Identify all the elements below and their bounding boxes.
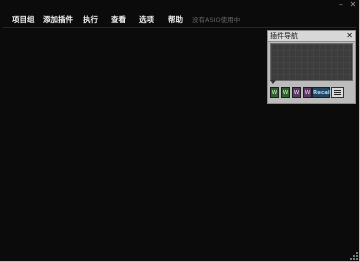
menu-project-group[interactable]: 项目组 [12,13,35,27]
minimize-button[interactable]: – [335,0,347,9]
menu-execute[interactable]: 执行 [83,13,98,27]
recall-button[interactable]: Recall [312,87,332,98]
menu-help[interactable]: 帮助 [168,13,183,27]
wire-button-3[interactable]: W [292,87,301,98]
close-icon[interactable]: ✕ [346,31,353,41]
asio-status-text: 没有ASIO使用中 [192,16,241,24]
plugin-navigator-panel: 插件导航 ✕ W W W W Recall [267,30,356,104]
plugin-navigator-title: 插件导航 [270,32,298,40]
window-caption-controls: – ✕ [335,0,359,10]
wire-button-1[interactable]: W [270,87,279,98]
menu-options[interactable]: 选项 [139,13,154,27]
wire-button-4[interactable]: W [303,87,312,98]
menu-bar: 项目组 添加插件 执行 查看 选项 帮助 没有ASIO使用中 [0,13,359,27]
plugin-navigator-titlebar[interactable]: 插件导航 ✕ [268,31,355,42]
plugin-navigator-view[interactable] [270,43,353,81]
close-window-button[interactable]: ✕ [347,0,359,9]
menu-view[interactable]: 查看 [111,13,126,27]
plugin-navigator-toolbar: W W W W Recall [270,87,353,99]
menu-add-plugin[interactable]: 添加插件 [43,13,73,27]
menu-divider [3,27,356,28]
navigator-grid [271,44,352,80]
collapse-arrow-icon[interactable] [270,80,276,84]
app-window: – ✕ 项目组 添加插件 执行 查看 选项 帮助 没有ASIO使用中 插件导航 … [0,0,360,262]
menu-icon[interactable] [331,87,344,98]
wire-button-2[interactable]: W [281,87,290,98]
resize-grip-icon[interactable] [350,252,358,260]
